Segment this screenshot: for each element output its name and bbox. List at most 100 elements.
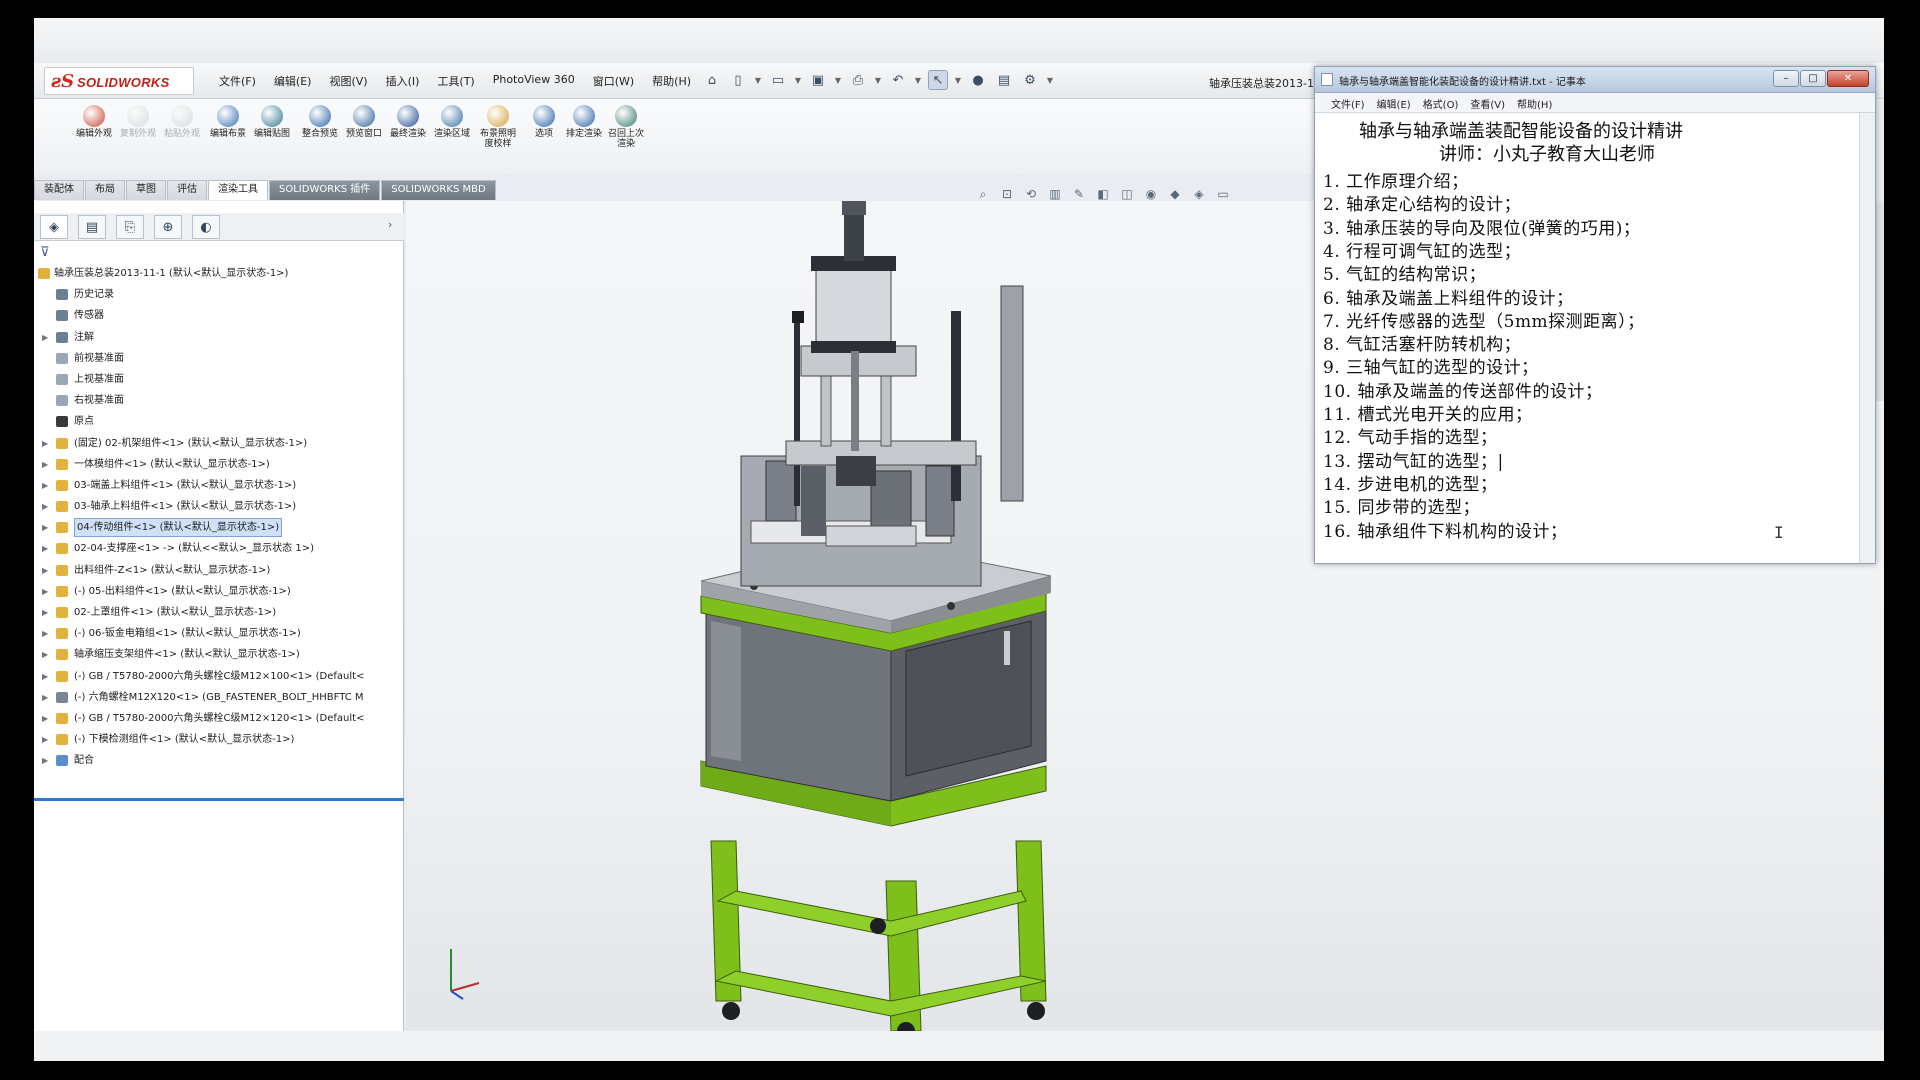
hide-show-icon[interactable]: ◉ <box>1142 186 1160 202</box>
expand-arrow-icon[interactable]: ▶ <box>42 687 48 708</box>
tree-item[interactable]: ▶ (固定) 02-机架组件<1> (默认<默认_显示状态-1>) <box>34 433 404 454</box>
zoom-area-icon[interactable]: ⊡ <box>998 186 1016 202</box>
dynamic-annotation-icon[interactable]: ✎ <box>1070 186 1088 202</box>
command-button[interactable]: 排定渲染 <box>564 105 604 139</box>
menu-item[interactable]: 插入(I) <box>377 73 429 89</box>
expand-arrow-icon[interactable]: ▶ <box>42 454 48 475</box>
expand-arrow-icon[interactable]: ▶ <box>42 623 48 644</box>
expand-arrow-icon[interactable]: ▶ <box>42 538 48 559</box>
tree-item[interactable]: ▶ 02-上罩组件<1> (默认<默认_显示状态-1>) <box>34 602 404 623</box>
expand-arrow-icon[interactable]: ▶ <box>42 433 48 454</box>
command-button[interactable]: 编辑外观 <box>74 105 114 139</box>
options-icon[interactable]: ⚙ <box>1020 70 1040 90</box>
expand-arrow-icon[interactable]: ▶ <box>42 708 48 729</box>
chevron-down-icon[interactable]: ▼ <box>914 70 922 90</box>
tree-item[interactable]: ▶ (-) 六角螺栓M12X120<1> (GB_FASTENER_BOLT_HH… <box>34 687 404 708</box>
tree-item[interactable]: 历史记录 <box>34 284 404 305</box>
tree-root[interactable]: 轴承压装总装2013-11-1 (默认<默认_显示状态-1>) <box>34 263 404 284</box>
tree-item[interactable]: 前视基准面 <box>34 348 404 369</box>
notepad-menu-item[interactable]: 帮助(H) <box>1511 93 1558 112</box>
command-tab[interactable]: 草图 <box>126 180 166 200</box>
expand-arrow-icon[interactable]: ▶ <box>42 496 48 517</box>
expand-arrow-icon[interactable]: ▶ <box>42 666 48 687</box>
tree-item[interactable]: ▶ 03-轴承上料组件<1> (默认<默认_显示状态-1>) <box>34 496 404 517</box>
notepad-window[interactable]: 轴承与轴承端盖智能化装配设备的设计精讲.txt - 记事本 – □ ✕ 文件(F… <box>1314 66 1876 564</box>
menu-item[interactable]: 窗口(W) <box>584 73 643 89</box>
select-icon[interactable]: ↖ <box>928 70 948 90</box>
menu-item[interactable]: 工具(T) <box>428 73 483 89</box>
command-button[interactable]: 整合预览 <box>300 105 340 139</box>
notepad-text-area[interactable]: 轴承与轴承端盖装配智能设备的设计精讲 讲师：小丸子教育大山老师 1. 工作原理介… <box>1315 113 1861 563</box>
tree-item[interactable]: ▶ 一体模组件<1> (默认<默认_显示状态-1>) <box>34 454 404 475</box>
chevron-down-icon[interactable]: ▼ <box>1046 70 1054 90</box>
tree-item[interactable]: ▶ 注解 <box>34 327 404 348</box>
configuration-tab-icon[interactable]: ⎘ <box>116 215 144 239</box>
command-tab[interactable]: 渲染工具 <box>208 180 268 200</box>
tree-item[interactable]: ▶ (-) 05-出料组件<1> (默认<默认_显示状态-1>) <box>34 581 404 602</box>
save-icon[interactable]: ▣ <box>808 70 828 90</box>
menu-item[interactable]: 编辑(E) <box>265 73 321 89</box>
chevron-down-icon[interactable]: ▼ <box>874 70 882 90</box>
tree-item[interactable]: ▶ (-) GB / T5780-2000六角头螺栓C级M12×120<1> (D… <box>34 708 404 729</box>
maximize-button[interactable]: □ <box>1800 70 1826 87</box>
command-button[interactable]: 召回上次渲染 <box>606 105 646 149</box>
tree-item[interactable]: 上视基准面 <box>34 369 404 390</box>
command-tab[interactable]: SOLIDWORKS MBD <box>381 180 496 200</box>
tree-item[interactable]: ▶ 出料组件-Z<1> (默认<默认_显示状态-1>) <box>34 560 404 581</box>
minimize-button[interactable]: – <box>1773 70 1799 87</box>
view-orientation-icon[interactable]: ◧ <box>1094 186 1112 202</box>
print-icon[interactable]: ⎙ <box>848 70 868 90</box>
tree-item[interactable]: ▶ 配合 <box>34 750 404 771</box>
command-button[interactable]: 渲染区域 <box>432 105 472 139</box>
command-tab[interactable]: 布局 <box>85 180 125 200</box>
command-button[interactable]: 预览窗口 <box>344 105 384 139</box>
menu-item[interactable]: PhotoView 360 <box>484 73 584 89</box>
expand-arrow-icon[interactable]: ▶ <box>42 517 48 538</box>
menu-item[interactable]: 帮助(H) <box>643 73 700 89</box>
chevron-down-icon[interactable]: ▼ <box>794 70 802 90</box>
expand-arrow-icon[interactable]: ▶ <box>42 581 48 602</box>
view-settings-icon[interactable]: ▭ <box>1214 186 1232 202</box>
expand-arrow-icon[interactable]: ▶ <box>42 602 48 623</box>
new-doc-icon[interactable]: ▯ <box>728 70 748 90</box>
tree-item[interactable]: ▶ 04-传动组件<1> (默认<默认_显示状态-1>) <box>34 517 404 538</box>
chevron-right-icon[interactable]: › <box>388 218 392 231</box>
zoom-to-fit-icon[interactable]: ⌕ <box>974 186 992 202</box>
command-button[interactable]: 选项 <box>524 105 564 139</box>
command-tab[interactable]: 装配体 <box>34 180 84 200</box>
expand-arrow-icon[interactable]: ▶ <box>42 644 48 665</box>
display-style-icon[interactable]: ◫ <box>1118 186 1136 202</box>
home-icon[interactable]: ⌂ <box>702 70 722 90</box>
command-tab[interactable]: 评估 <box>167 180 207 200</box>
menu-item[interactable]: 视图(V) <box>320 73 376 89</box>
chevron-down-icon[interactable]: ▼ <box>954 70 962 90</box>
tree-item[interactable]: 传感器 <box>34 305 404 326</box>
tree-item[interactable]: 原点 <box>34 411 404 432</box>
apply-scene-icon[interactable]: ◈ <box>1190 186 1208 202</box>
tree-item[interactable]: 右视基准面 <box>34 390 404 411</box>
tree-item[interactable]: ▶ (-) GB / T5780-2000六角头螺栓C级M12×100<1> (D… <box>34 666 404 687</box>
display-manager-tab-icon[interactable]: ◐ <box>192 215 220 239</box>
notepad-menu-item[interactable]: 文件(F) <box>1325 93 1371 112</box>
chevron-down-icon[interactable]: ▼ <box>754 70 762 90</box>
command-button[interactable]: 最终渲染 <box>388 105 428 139</box>
property-manager-tab-icon[interactable]: ▤ <box>78 215 106 239</box>
close-button[interactable]: ✕ <box>1827 70 1869 87</box>
command-tab[interactable]: SOLIDWORKS 插件 <box>269 180 381 200</box>
tree-item[interactable]: ▶ (-) 下模检测组件<1> (默认<默认_显示状态-1>) <box>34 729 404 750</box>
filter-icon[interactable]: ⊽ <box>40 245 50 260</box>
expand-arrow-icon[interactable]: ▶ <box>42 560 48 581</box>
expand-arrow-icon[interactable]: ▶ <box>42 327 48 348</box>
solidworks-logo[interactable]: ƨS SOLIDWORKS <box>44 67 194 95</box>
chevron-down-icon[interactable]: ▼ <box>834 70 842 90</box>
task-pane-strip[interactable] <box>1876 201 1884 401</box>
tree-item[interactable]: ▶ (-) 06-钣金电箱组<1> (默认<默认_显示状态-1>) <box>34 623 404 644</box>
rebuild-icon[interactable]: ● <box>968 70 988 90</box>
previous-view-icon[interactable]: ⟲ <box>1022 186 1040 202</box>
open-icon[interactable]: ▭ <box>768 70 788 90</box>
file-props-icon[interactable]: ▤ <box>994 70 1014 90</box>
tree-item[interactable]: ▶ 02-04-支撑座<1> -> (默认<<默认>_显示状态 1>) <box>34 538 404 559</box>
notepad-menu-item[interactable]: 查看(V) <box>1464 93 1511 112</box>
expand-arrow-icon[interactable]: ▶ <box>42 750 48 771</box>
expand-arrow-icon[interactable]: ▶ <box>42 475 48 496</box>
